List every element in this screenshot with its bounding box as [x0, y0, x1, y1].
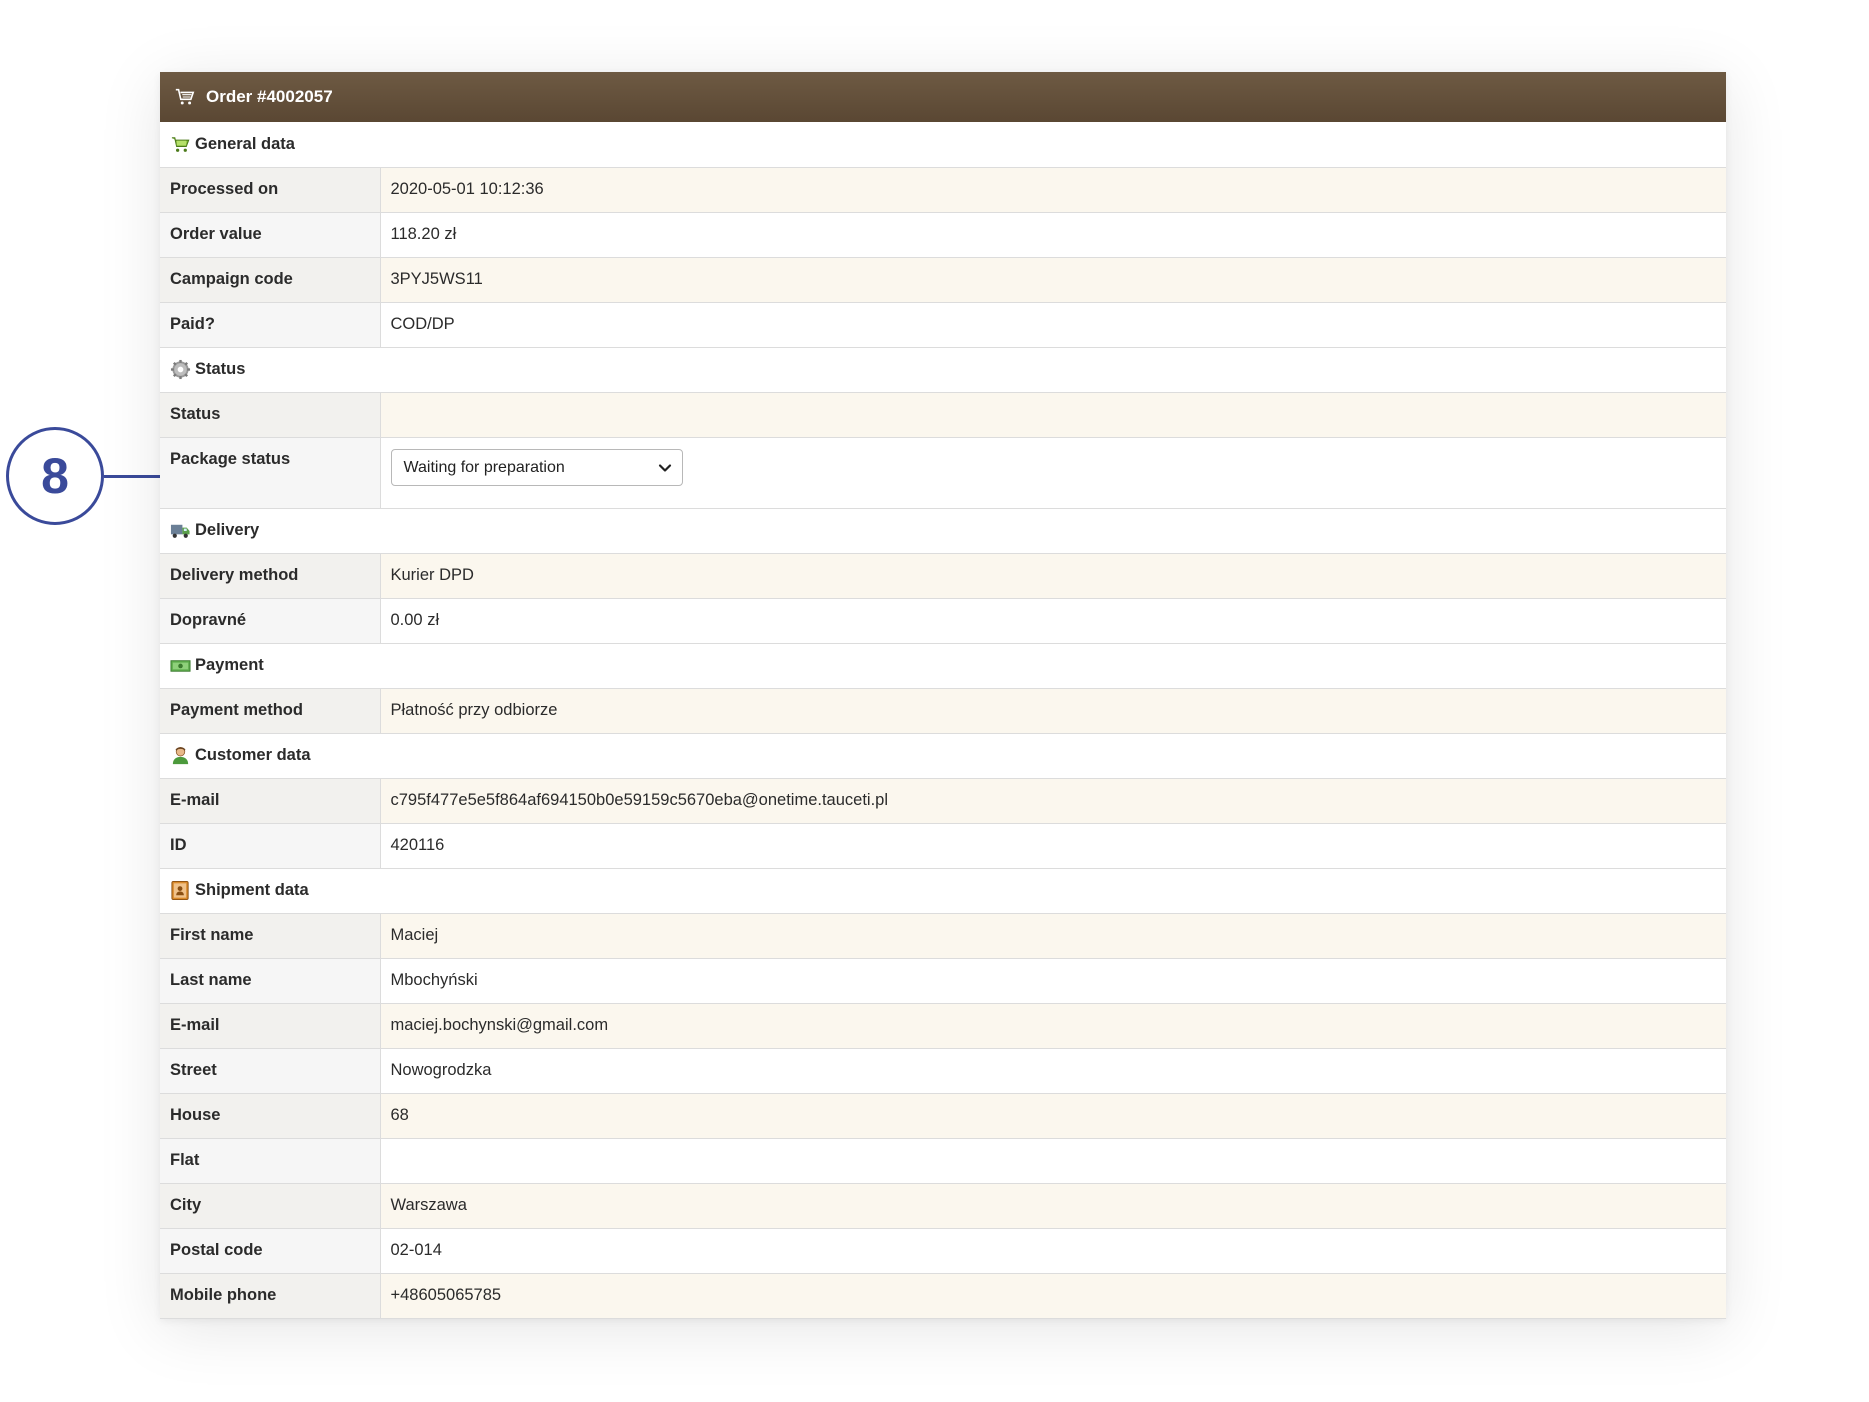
callout-marker: 8 — [6, 427, 104, 525]
row-label: ID — [160, 823, 381, 869]
row-value: 2020-05-01 10:12:36 — [380, 167, 1726, 213]
row-value: 118.20 zł — [380, 212, 1726, 258]
row-label: Postal code — [160, 1228, 381, 1274]
row-label: Street — [160, 1048, 381, 1094]
row-value: 3PYJ5WS11 — [380, 257, 1726, 303]
row-label: Order value — [160, 212, 381, 258]
section-delivery: Delivery — [160, 508, 1726, 554]
section-title: Delivery — [195, 521, 260, 539]
table-row: Campaign code 3PYJ5WS11 — [160, 257, 1726, 303]
row-value: Nowogrodzka — [380, 1048, 1726, 1094]
row-label: Processed on — [160, 167, 381, 213]
table-row: Postal code 02-014 — [160, 1228, 1726, 1274]
section-title: Shipment data — [195, 881, 309, 899]
order-title: Order #4002057 — [206, 87, 333, 106]
cart-green-icon — [170, 134, 191, 155]
table-row: Street Nowogrodzka — [160, 1048, 1726, 1094]
package-status-selected: Waiting for preparation — [403, 458, 565, 476]
section-title: General data — [195, 134, 295, 153]
row-value: Warszawa — [380, 1183, 1726, 1229]
section-title: Customer data — [195, 746, 311, 764]
row-value: Waiting for preparation — [380, 437, 1726, 509]
row-label: Flat — [160, 1138, 381, 1184]
row-value — [380, 392, 1726, 438]
row-value: 0.00 zł — [380, 598, 1726, 644]
table-row: Dopravné 0.00 zł — [160, 598, 1726, 644]
table-row: City Warszawa — [160, 1183, 1726, 1229]
row-value: maciej.bochynski@gmail.com — [380, 1003, 1726, 1049]
package-status-select[interactable]: Waiting for preparation — [390, 449, 683, 486]
table-row: Payment method Płatność przy odbiorze — [160, 688, 1726, 734]
cart-icon — [174, 86, 196, 108]
truck-icon — [170, 520, 191, 541]
row-value: +48605065785 — [380, 1273, 1726, 1319]
row-value — [380, 1138, 1726, 1184]
row-label: Mobile phone — [160, 1273, 381, 1319]
row-label: Payment method — [160, 688, 381, 734]
row-label: Campaign code — [160, 257, 381, 303]
table-row: ID 420116 — [160, 823, 1726, 869]
table-row: House 68 — [160, 1093, 1726, 1139]
table-row: Processed on 2020-05-01 10:12:36 — [160, 167, 1726, 213]
row-label: Dopravné — [160, 598, 381, 644]
address-book-icon — [170, 880, 191, 901]
table-row: First name Maciej — [160, 913, 1726, 959]
row-value: Płatność przy odbiorze — [380, 688, 1726, 734]
section-status: Status — [160, 347, 1726, 393]
table-row: Mobile phone +48605065785 — [160, 1273, 1726, 1319]
section-title: Status — [195, 360, 246, 378]
row-label: Package status — [160, 437, 381, 509]
section-shipment: Shipment data — [160, 868, 1726, 914]
banknote-icon — [170, 655, 191, 676]
row-value: 68 — [380, 1093, 1726, 1139]
row-label: Last name — [160, 958, 381, 1004]
section-payment: Payment — [160, 643, 1726, 689]
table-row: Paid? COD/DP — [160, 302, 1726, 348]
section-customer: Customer data — [160, 733, 1726, 779]
row-label: E-mail — [160, 1003, 381, 1049]
row-value: 420116 — [380, 823, 1726, 869]
row-value: Kurier DPD — [380, 553, 1726, 599]
row-label: Status — [160, 392, 381, 438]
row-label: House — [160, 1093, 381, 1139]
table-row: E-mail c795f477e5e5f864af694150b0e59159c… — [160, 778, 1726, 824]
row-value: c795f477e5e5f864af694150b0e59159c5670eba… — [380, 778, 1726, 824]
row-label: Delivery method — [160, 553, 381, 599]
table-row: Package status Waiting for preparation — [160, 437, 1726, 509]
row-label: E-mail — [160, 778, 381, 824]
order-details-table: General data Processed on 2020-05-01 10:… — [160, 122, 1726, 1319]
order-panel: Order #4002057 General data Processed on… — [160, 72, 1726, 1319]
gear-icon — [170, 359, 191, 380]
row-label: Paid? — [160, 302, 381, 348]
user-icon — [170, 745, 191, 766]
table-row: Delivery method Kurier DPD — [160, 553, 1726, 599]
section-general: General data — [160, 122, 1726, 168]
table-row: E-mail maciej.bochynski@gmail.com — [160, 1003, 1726, 1049]
table-row: Status — [160, 392, 1726, 438]
row-label: First name — [160, 913, 381, 959]
order-titlebar: Order #4002057 — [160, 72, 1726, 122]
row-value: Maciej — [380, 913, 1726, 959]
row-label: City — [160, 1183, 381, 1229]
chevron-down-icon — [658, 461, 672, 475]
table-row: Last name Mbochyński — [160, 958, 1726, 1004]
table-row: Order value 118.20 zł — [160, 212, 1726, 258]
section-title: Payment — [195, 656, 264, 674]
table-row: Flat — [160, 1138, 1726, 1184]
row-value: COD/DP — [380, 302, 1726, 348]
row-value: Mbochyński — [380, 958, 1726, 1004]
row-value: 02-014 — [380, 1228, 1726, 1274]
callout-number: 8 — [41, 448, 69, 504]
